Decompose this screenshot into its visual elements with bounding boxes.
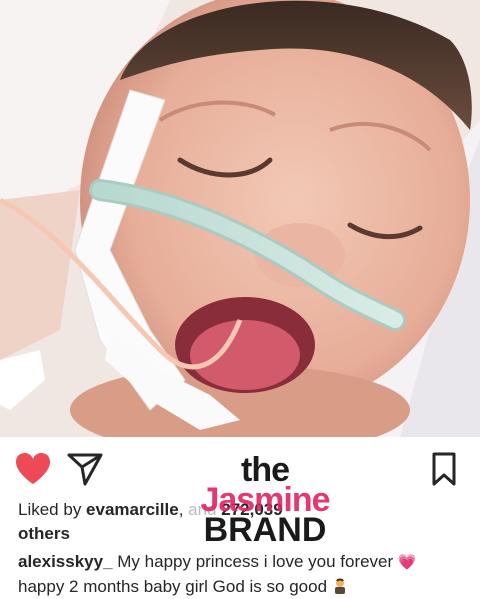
save-button[interactable] bbox=[428, 451, 460, 487]
post-caption: alexisskyy_ My happy princess i love you… bbox=[18, 550, 468, 599]
likes-count[interactable]: 272,039 bbox=[221, 500, 282, 519]
person-bowing-icon bbox=[334, 578, 345, 594]
post-image[interactable] bbox=[0, 0, 480, 437]
likes-separator: , bbox=[178, 500, 189, 519]
bookmark-icon bbox=[432, 452, 456, 486]
likes-prefix: Liked by bbox=[18, 500, 87, 519]
send-icon bbox=[67, 453, 103, 486]
share-button[interactable] bbox=[66, 451, 104, 487]
likes-obscured-text: and bbox=[188, 500, 217, 519]
like-button[interactable] bbox=[14, 451, 52, 487]
heart-icon bbox=[16, 453, 50, 484]
likes-summary: Liked by evamarcille, and 272,039 others bbox=[18, 498, 458, 546]
caption-text: My happy princess i love you forever bbox=[112, 552, 398, 571]
caption-username[interactable]: alexisskyy_ bbox=[18, 552, 113, 571]
likes-suffix[interactable]: others bbox=[18, 524, 70, 543]
baby-photo bbox=[0, 0, 480, 437]
liked-by-user-link[interactable]: evamarcille bbox=[86, 500, 179, 519]
caption-text-line2: happy 2 months baby girl God is so good bbox=[18, 577, 332, 596]
pink-heart-icon: 💗 bbox=[397, 554, 417, 571]
post-actions-bar bbox=[0, 437, 480, 499]
